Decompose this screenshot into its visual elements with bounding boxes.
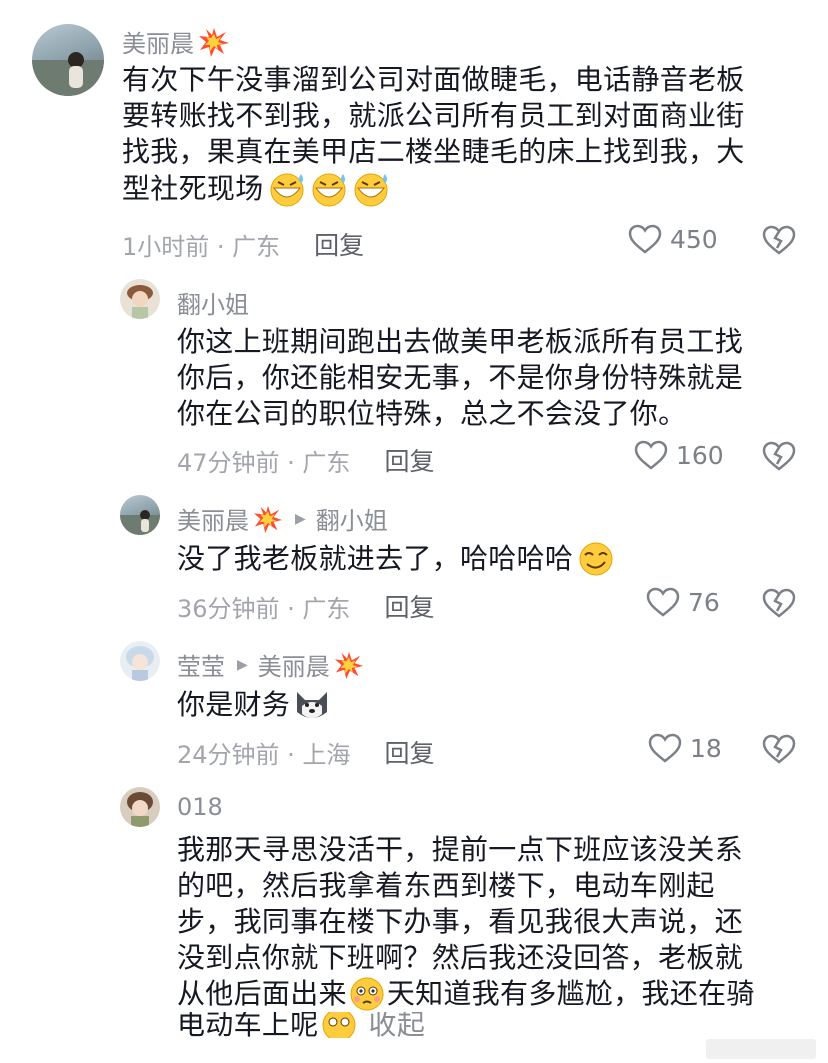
like-count: 160 [676, 440, 724, 470]
comment-author[interactable]: 美丽晨 ▶ 翻小姐 [177, 501, 388, 536]
like-button[interactable]: 76 [646, 587, 720, 617]
comment-line: 你在公司的职位特殊，总之不会没了你。 [177, 397, 687, 430]
grin-sweat-icon [312, 173, 346, 207]
comment-line: 你后，你还能相安无事，不是你身份特殊就是 [177, 361, 744, 394]
heart-icon [648, 733, 682, 763]
comment-line: 步，我同事在楼下办事，看见我很大声说，还 [177, 905, 744, 938]
flushed-face-icon [350, 977, 384, 1011]
heart-icon [634, 440, 668, 470]
broken-heart-icon[interactable] [762, 225, 796, 255]
comment-text: 我那天寻思没活干，提前一点下班应该没关系 的吧，然后我拿着东西到楼下，电动车刚起… [177, 832, 797, 1038]
avatar-image [120, 510, 160, 535]
like-count: 76 [688, 587, 720, 617]
comment-author[interactable]: 018 [177, 793, 223, 821]
boom-icon [199, 27, 229, 57]
comment-line: 没到点你就下班啊？然后我还没回答，老板就 [177, 941, 744, 974]
author-name[interactable]: 美丽晨 [177, 501, 249, 536]
comment-time-location: 36分钟前 · 广东 [177, 594, 351, 623]
like-count: 450 [670, 224, 718, 254]
comment-line: 有次下午没事溜到公司对面做睫毛，电话静音老板 [122, 63, 745, 96]
boom-icon [253, 505, 283, 533]
collapse-link[interactable]: 收起 [369, 1012, 426, 1038]
reply-button[interactable]: 回复 [384, 588, 434, 624]
comment-time-location: 24分钟前 · 上海 [177, 740, 351, 769]
heart-icon [628, 224, 662, 254]
broken-heart-icon[interactable] [762, 588, 796, 618]
reply-button[interactable]: 回复 [314, 226, 364, 262]
comment-line: 没了我老板就进去了，哈哈哈哈 [177, 542, 574, 575]
reply-arrow-icon: ▶ [237, 656, 248, 673]
smirk-icon [579, 542, 613, 576]
avatar-image [126, 646, 154, 681]
flushed-face-icon [322, 1012, 356, 1038]
author-name[interactable]: 莹莹 [177, 647, 225, 682]
reply-to-name[interactable]: 美丽晨 [258, 647, 330, 682]
comment-time-location: 47分钟前 · 广东 [177, 448, 351, 477]
comment-line: 你是财务 [177, 688, 291, 721]
comment-line: 要转账找不到我，就派公司所有员工到对面商业街 [122, 99, 745, 132]
comment-line: 天知道我有多尴尬，我还在骑 [386, 977, 755, 1010]
like-button[interactable]: 450 [628, 224, 718, 254]
comment-line-cut: 电动车上呢 收起 [177, 1012, 797, 1038]
comment-text: 有次下午没事溜到公司对面做睫毛，电话静音老板 要转账找不到我，就派公司所有员工到… [122, 62, 802, 208]
reply-arrow-icon: ▶ [295, 510, 306, 527]
comment-text: 没了我老板就进去了，哈哈哈哈 [177, 540, 797, 578]
broken-heart-icon[interactable] [762, 441, 796, 471]
avatar[interactable] [120, 787, 160, 827]
comment-line: 型社死现场 [122, 172, 264, 205]
grin-sweat-icon [354, 173, 388, 207]
comment-meta: 24分钟前 · 上海 回复 [177, 734, 434, 770]
comment-meta: 47分钟前 · 广东 回复 [177, 442, 434, 478]
boom-icon [334, 651, 363, 679]
avatar-image [127, 285, 153, 319]
like-button[interactable]: 160 [634, 440, 724, 470]
comment-line: 电动车上呢 [177, 1012, 319, 1038]
avatar[interactable] [32, 24, 104, 96]
avatar-image [127, 792, 153, 827]
comment-text: 你是财务 [177, 686, 797, 724]
husky-dog-icon [297, 692, 328, 718]
author-name[interactable]: 翻小姐 [177, 285, 249, 320]
comment-text: 你这上班期间跑出去做美甲老板派所有员工找 你后，你还能相安无事，不是你身份特殊就… [177, 324, 797, 432]
author-name[interactable]: 美丽晨 [122, 24, 194, 59]
watermark [706, 1039, 816, 1059]
comment-line-last: 你是财务 [177, 686, 797, 724]
heart-icon [646, 587, 680, 617]
like-count: 18 [690, 733, 722, 763]
comment-line-last: 型社死现场 [122, 170, 802, 208]
reply-to-name[interactable]: 翻小姐 [316, 501, 388, 536]
comment-line: 从他后面出来 [177, 977, 347, 1010]
avatar[interactable] [120, 279, 160, 319]
avatar[interactable] [120, 495, 160, 535]
comment-author[interactable]: 美丽晨 [122, 24, 230, 59]
reply-button[interactable]: 回复 [384, 734, 434, 770]
reply-button[interactable]: 回复 [384, 442, 434, 478]
comment-line: 我那天寻思没活干，提前一点下班应该没关系 [177, 833, 744, 866]
grin-sweat-icon [270, 173, 304, 207]
comment-line: 找我，果真在美甲店二楼坐睫毛的床上找到我，大 [122, 135, 745, 168]
comment-line-last: 没了我老板就进去了，哈哈哈哈 [177, 540, 797, 578]
comment-meta: 36分钟前 · 广东 回复 [177, 588, 434, 624]
avatar-image [32, 52, 104, 96]
like-button[interactable]: 18 [648, 733, 722, 763]
comment-line: 的吧，然后我拿着东西到楼下，电动车刚起 [177, 869, 715, 902]
comment-line-mixed: 从他后面出来 天知道我有多尴尬，我还在骑 [177, 976, 797, 1012]
comment-time-location: 1小时前 · 广东 [122, 232, 281, 261]
comment-meta: 1小时前 · 广东 回复 [122, 226, 364, 262]
comment-author[interactable]: 莹莹 ▶ 美丽晨 [177, 647, 364, 682]
comment-line: 你这上班期间跑出去做美甲老板派所有员工找 [177, 325, 744, 358]
broken-heart-icon[interactable] [762, 734, 796, 764]
comment-author[interactable]: 翻小姐 [177, 285, 249, 320]
author-name[interactable]: 018 [177, 793, 223, 821]
avatar[interactable] [120, 641, 160, 681]
